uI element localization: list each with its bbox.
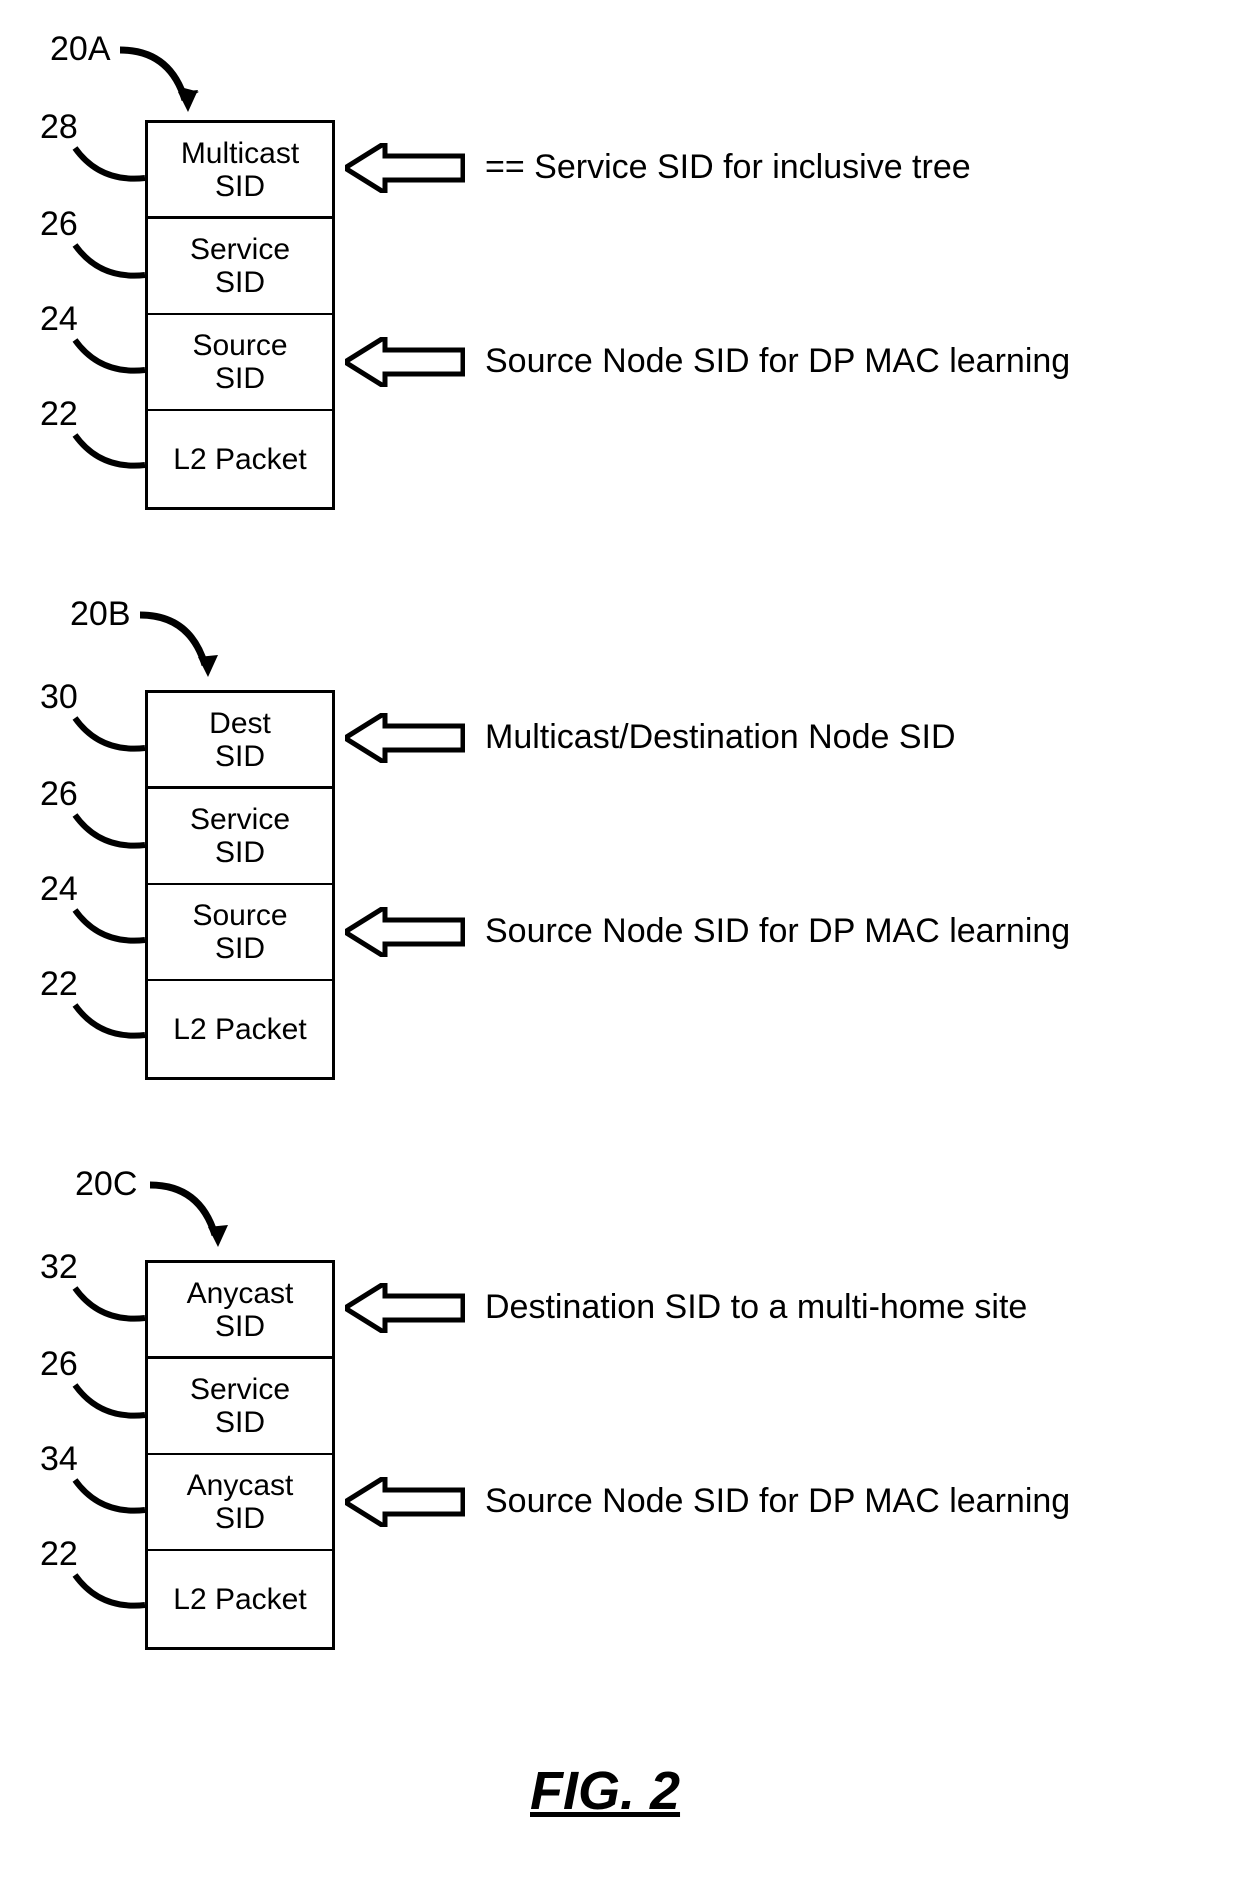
cell-l2-packet: L2 Packet xyxy=(148,1551,332,1647)
cell-dest-sid: DestSID xyxy=(148,693,332,789)
cell-anycast-sid-top: AnycastSID xyxy=(148,1263,332,1359)
lead-line xyxy=(70,698,150,763)
annotation-inclusive-tree: == Service SID for inclusive tree xyxy=(485,148,971,187)
annotation-dest-node: Multicast/Destination Node SID xyxy=(485,718,956,757)
pointer-arrow xyxy=(130,605,230,690)
lead-line xyxy=(70,1555,150,1620)
lead-line xyxy=(70,795,150,860)
packet-stack-a: MulticastSID ServiceSID SourceSID L2 Pac… xyxy=(145,120,335,510)
cell-service-sid: ServiceSID xyxy=(148,1359,332,1455)
lead-line xyxy=(70,1268,150,1333)
annotation-dp-mac: Source Node SID for DP MAC learning xyxy=(485,912,1070,951)
arrow-icon xyxy=(345,1477,465,1527)
cell-l2-packet: L2 Packet xyxy=(148,411,332,507)
packet-stack-c: AnycastSID ServiceSID AnycastSID L2 Pack… xyxy=(145,1260,335,1650)
lead-line xyxy=(70,415,150,480)
arrow-icon xyxy=(345,1283,465,1333)
cell-multicast-sid: MulticastSID xyxy=(148,123,332,219)
annotation-multi-home: Destination SID to a multi-home site xyxy=(485,1288,1027,1327)
pointer-arrow xyxy=(110,40,210,125)
figure-caption: FIG. 2 xyxy=(530,1760,680,1822)
packet-stack-b: DestSID ServiceSID SourceSID L2 Packet xyxy=(145,690,335,1080)
arrow-icon xyxy=(345,907,465,957)
stack-label-b: 20B xyxy=(70,595,131,634)
cell-service-sid: ServiceSID xyxy=(148,219,332,315)
lead-line xyxy=(70,225,150,290)
cell-service-sid: ServiceSID xyxy=(148,789,332,885)
cell-l2-packet: L2 Packet xyxy=(148,981,332,1077)
stack-label-c: 20C xyxy=(75,1165,137,1204)
arrow-icon xyxy=(345,337,465,387)
arrow-icon xyxy=(345,143,465,193)
lead-line xyxy=(70,985,150,1050)
lead-line xyxy=(70,1365,150,1430)
annotation-dp-mac: Source Node SID for DP MAC learning xyxy=(485,342,1070,381)
cell-anycast-sid-mid: AnycastSID xyxy=(148,1455,332,1551)
figure-canvas: 20A MulticastSID ServiceSID SourceSID L2… xyxy=(0,0,1240,1885)
cell-source-sid: SourceSID xyxy=(148,315,332,411)
annotation-dp-mac: Source Node SID for DP MAC learning xyxy=(485,1482,1070,1521)
lead-line xyxy=(70,1460,150,1525)
lead-line xyxy=(70,320,150,385)
arrow-icon xyxy=(345,713,465,763)
cell-source-sid: SourceSID xyxy=(148,885,332,981)
stack-label-a: 20A xyxy=(50,30,111,69)
lead-line xyxy=(70,890,150,955)
pointer-arrow xyxy=(140,1175,240,1260)
lead-line xyxy=(70,128,150,193)
